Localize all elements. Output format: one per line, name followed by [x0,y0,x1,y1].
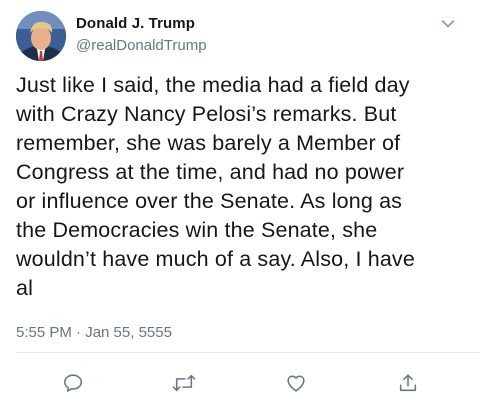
share-icon [399,374,417,392]
avatar[interactable] [16,11,66,61]
tweet-card: Donald J. Trump @realDonaldTrump Just li… [0,0,480,410]
heart-icon [287,375,305,392]
avatar-image [16,11,66,61]
chevron-down-icon[interactable] [441,16,455,28]
retweet-button[interactable] [171,370,197,396]
divider [16,352,480,353]
author-handle[interactable]: @realDonaldTrump [76,37,207,54]
retweet-icon [172,374,196,392]
share-button[interactable] [395,370,421,396]
like-button[interactable] [283,370,309,396]
author-name[interactable]: Donald J. Trump [76,15,195,32]
reply-icon [63,374,83,392]
tweet-text: Just like I said, the media had a field … [16,73,415,300]
tweet-timestamp[interactable]: 5:55 PM · Jan 55, 5555 [16,324,172,341]
reply-button[interactable] [60,370,86,396]
